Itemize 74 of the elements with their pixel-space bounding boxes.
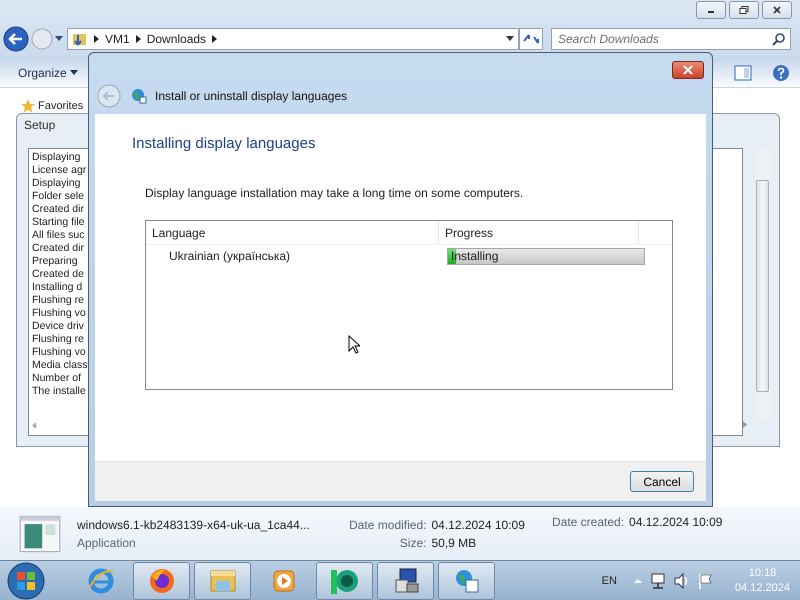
log-line: Number of xyxy=(32,372,82,385)
log-line: License agr xyxy=(32,164,86,177)
cancel-button[interactable]: Cancel xyxy=(630,471,694,492)
window-title: Setup xyxy=(24,118,56,132)
log-line: Flushing vo xyxy=(32,346,86,359)
file-name: windows6.1-kb2483139-x64-uk-ua_1ca44... xyxy=(77,518,310,532)
caret-icon xyxy=(70,70,78,76)
restore-icon xyxy=(739,6,749,14)
file-type: Application xyxy=(77,536,136,550)
search-icon[interactable] xyxy=(772,32,786,46)
cursor-icon xyxy=(348,335,360,354)
scrollbar[interactable] xyxy=(755,150,770,420)
log-line: Created de xyxy=(32,268,84,281)
dialog-title: Install or uninstall display languages xyxy=(155,89,348,103)
computer-taskbar-button[interactable] xyxy=(377,562,434,600)
favorites-label[interactable]: Favorites xyxy=(38,100,84,112)
log-line: Created dir xyxy=(32,242,84,255)
date: 04.12.2024 xyxy=(734,580,790,596)
time: 10:18 xyxy=(748,566,776,580)
browser-icon xyxy=(86,566,116,596)
log-line: Displaying xyxy=(32,177,80,190)
column-header[interactable]: Language xyxy=(146,221,439,244)
address-bar[interactable]: VM1 Downloads xyxy=(67,28,519,50)
folder-icon xyxy=(72,31,88,47)
field-value: 04.12.2024 10:09 xyxy=(431,518,526,532)
log-line: Installing d xyxy=(32,281,82,294)
field-label: Date modified: xyxy=(348,518,426,532)
heading: Installing display languages xyxy=(132,135,316,152)
close-button[interactable] xyxy=(762,1,792,19)
field-value: 50,9 MB xyxy=(431,536,478,550)
close-icon xyxy=(682,65,694,75)
back-button[interactable] xyxy=(3,26,29,52)
log-line: All files suc xyxy=(32,229,85,242)
field-value: 04.12.2024 10:09 xyxy=(629,515,722,529)
breadcrumb-arrow-icon[interactable] xyxy=(94,35,99,43)
network-icon[interactable] xyxy=(648,572,667,590)
breadcrumb-arrow-icon[interactable] xyxy=(136,35,141,43)
breadcrumb[interactable]: VM1 xyxy=(105,32,130,46)
breadcrumb[interactable]: Downloads xyxy=(146,32,206,46)
description-text: Display language installation may take a long time on some computers. xyxy=(145,186,524,200)
log-line: Media class xyxy=(32,359,88,372)
globe-icon xyxy=(131,88,147,104)
help-icon[interactable] xyxy=(772,64,790,82)
language-indicator[interactable]: EN xyxy=(602,574,617,586)
close-button[interactable] xyxy=(672,61,704,79)
field-label: Size: xyxy=(398,536,426,550)
log-line: Created dir xyxy=(32,203,84,216)
log-line: Flushing re xyxy=(32,294,84,307)
log-line: Folder sele xyxy=(32,190,84,203)
column-header[interactable]: Progress xyxy=(439,221,639,244)
app-taskbar-button[interactable] xyxy=(316,562,373,600)
preview-pane-icon[interactable] xyxy=(734,64,752,80)
search-field[interactable]: Search Downloads xyxy=(551,28,791,50)
log-line: The installe xyxy=(32,385,86,398)
dropdown-icon[interactable] xyxy=(506,36,514,42)
star-icon xyxy=(20,98,36,114)
history-dropdown-icon[interactable] xyxy=(55,36,63,42)
log-line: Displaying xyxy=(32,151,80,164)
log-line: Flushing re xyxy=(32,333,84,346)
globe-taskbar-button[interactable] xyxy=(438,562,495,600)
folder-taskbar-button[interactable] xyxy=(194,562,251,600)
start-button[interactable] xyxy=(6,560,46,600)
log-line: Device driv xyxy=(32,320,84,333)
close-icon xyxy=(772,6,782,14)
log-line: Starting file xyxy=(32,216,85,229)
organize-button[interactable]: Organize xyxy=(10,64,86,82)
browser-taskbar-button[interactable] xyxy=(133,562,190,600)
field-label: Date created: xyxy=(552,515,624,529)
log-line: Flushing vo xyxy=(32,307,86,320)
restore-button[interactable] xyxy=(729,1,759,19)
minimize-button[interactable] xyxy=(696,1,726,19)
language-name: Ukrainian (українська) xyxy=(168,249,292,263)
log-line: Preparing xyxy=(32,255,78,268)
breadcrumb-arrow-icon[interactable] xyxy=(212,35,218,43)
